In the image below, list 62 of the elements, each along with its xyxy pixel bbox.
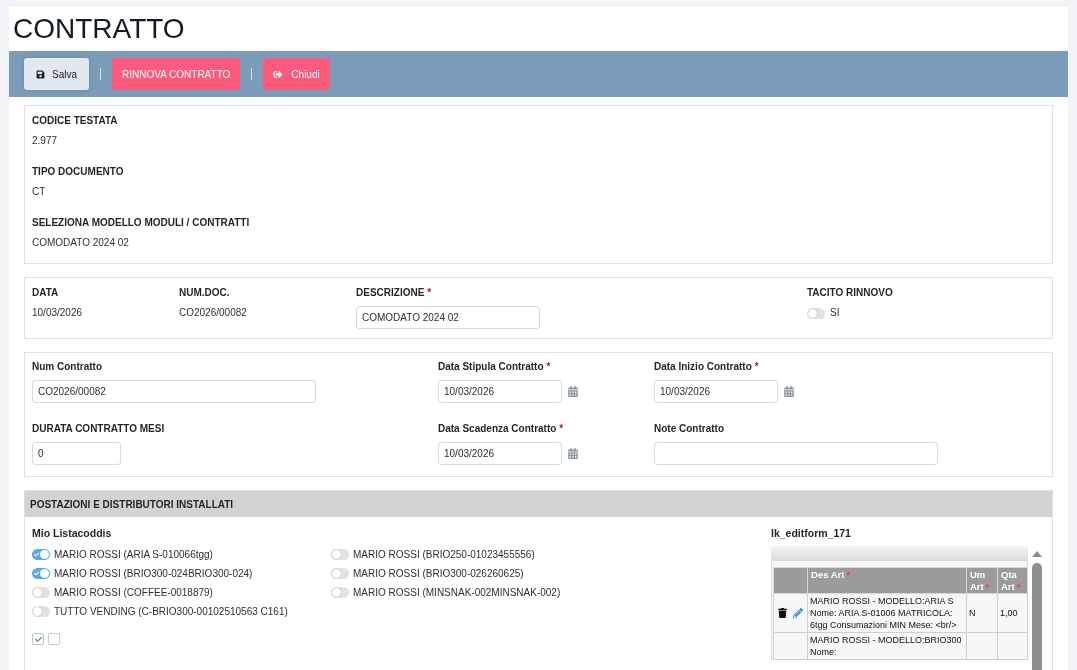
- toggle-switch[interactable]: [32, 568, 50, 579]
- check-icon: [34, 552, 39, 557]
- toggle-switch[interactable]: [331, 568, 349, 579]
- table-cell: MARIO ROSSI - MODELLO:BRIO300 Nome:: [807, 632, 967, 660]
- toggle-label: MARIO ROSSI (BRIO250-01023455556): [353, 548, 535, 561]
- field-label: DURATA CONTRATTO MESI: [32, 423, 166, 435]
- toggle-switch[interactable]: [807, 307, 825, 319]
- field-label: CODICE TESTATA: [32, 115, 119, 127]
- field-value: 10/03/2026: [32, 307, 84, 319]
- table-cell: MARIO ROSSI - MODELLO:ARIA S Nome: ARIA S-01006 MATRICOLA: 6tgg Consumazioni MIN Mese: <br/>: [807, 593, 967, 633]
- calendar-icon[interactable]: [568, 386, 578, 397]
- toggle-switch[interactable]: [331, 549, 349, 560]
- check-icon: [34, 635, 42, 643]
- field-label: Data Scadenza Contratto *: [438, 423, 565, 435]
- scroll-up-icon[interactable]: [1032, 551, 1042, 557]
- field-value: CO2026/00082: [179, 307, 248, 319]
- trash-icon[interactable]: [778, 608, 787, 618]
- toggle-label: MARIO ROSSI (COFFEE-0018879): [54, 586, 213, 599]
- toggle-label: MARIO ROSSI (BRIO300-024BRIO300-024): [54, 567, 253, 580]
- text-field[interactable]: COMODATO 2024 02: [356, 306, 540, 329]
- field-label: Num Contratto: [32, 361, 103, 373]
- toggle-switch[interactable]: [32, 606, 50, 617]
- check-icon: [34, 571, 39, 576]
- save-button[interactable]: Salva: [24, 58, 89, 90]
- calendar-icon[interactable]: [568, 448, 578, 459]
- field-value: COMODATO 2024 02: [32, 237, 130, 249]
- field-label: SELEZIONA MODELLO MODULI / CONTRATTI: [32, 217, 251, 229]
- field-value: CT: [32, 186, 47, 198]
- field-value: 2.977: [32, 135, 59, 147]
- field-label: TACITO RINNOVO: [807, 287, 894, 299]
- text-field[interactable]: 10/03/2026: [438, 442, 562, 465]
- grid-title: lk_editform_171: [771, 527, 852, 539]
- text-field[interactable]: 0: [32, 442, 121, 465]
- text-field[interactable]: [654, 442, 938, 465]
- toggle-label: MARIO ROSSI (ARIA S-010066tgg): [54, 548, 213, 561]
- page-title: CONTRATTO: [13, 14, 185, 43]
- checkbox[interactable]: [48, 633, 60, 645]
- scrollbar-thumb[interactable]: [1032, 563, 1042, 670]
- sign-out-icon: [273, 69, 284, 79]
- list-title: Mio Listacoddis: [32, 527, 113, 539]
- toggle-switch[interactable]: [331, 587, 349, 598]
- field-label: TIPO DOCUMENTO: [32, 166, 125, 178]
- text-field[interactable]: CO2026/00082: [32, 380, 316, 403]
- calendar-icon[interactable]: [784, 386, 794, 397]
- text-field[interactable]: 10/03/2026: [654, 380, 778, 403]
- section-header: POSTAZIONI E DISTRIBUTORI INSTALLATI: [25, 491, 1052, 517]
- field-label: DESCRIZIONE *: [356, 287, 433, 299]
- pencil-icon[interactable]: [793, 608, 803, 618]
- field-label: Data Stipula Contratto *: [438, 361, 552, 373]
- toggle-switch[interactable]: [32, 549, 50, 560]
- toggle-label: MARIO ROSSI (BRIO300-026260625): [353, 567, 524, 580]
- field-label: Note Contratto: [654, 423, 725, 435]
- toggle-label: SI: [830, 307, 840, 319]
- toggle-label: TUTTO VENDING (C-BRIO300-00102510563 C161): [54, 605, 288, 618]
- toggle-switch[interactable]: [32, 587, 50, 598]
- field-label: NUM.DOC.: [179, 287, 231, 299]
- save-icon: [36, 69, 45, 79]
- field-label: Data Inizio Contratto *: [654, 361, 760, 373]
- field-label: DATA: [32, 287, 60, 299]
- checkbox[interactable]: [32, 633, 44, 645]
- toggle-label: MARIO ROSSI (MINSNAK-002MINSNAK-002): [353, 586, 561, 599]
- text-field[interactable]: 10/03/2026: [438, 380, 562, 403]
